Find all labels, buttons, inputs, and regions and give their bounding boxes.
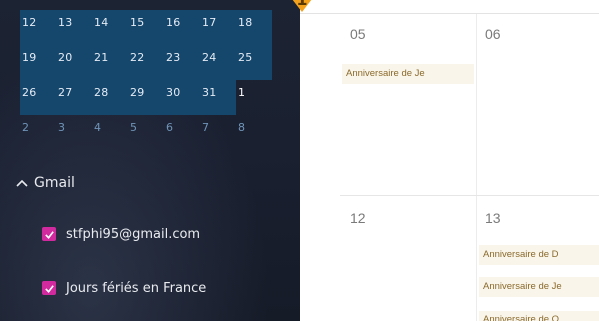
calendar-day[interactable]: 12 [20, 10, 56, 45]
calendar-day[interactable]: 1 [236, 80, 272, 115]
badge-arrow-icon: 1 [292, 0, 312, 12]
calendar-day[interactable]: 15 [128, 10, 164, 45]
calendar-day[interactable]: 18 [236, 10, 272, 45]
calendar-day[interactable]: 2 [20, 115, 56, 150]
calendar-app: 12 13 14 15 16 17 18 19 20 21 22 23 24 25 26 27 28 29 30 31… [0, 0, 599, 321]
calendar-day[interactable]: 4 [92, 115, 128, 150]
calendar-day[interactable]: 5 [128, 115, 164, 150]
account-name: Gmail [34, 175, 75, 191]
calendar-item-label: stfphi95@gmail.com [66, 226, 201, 242]
day-cell-13[interactable]: 13 Anniversaire de D Anniversaire de Je … [477, 196, 599, 321]
calendar-week-row: 19 20 21 22 23 24 25 [20, 45, 272, 80]
calendar-day[interactable]: 29 [128, 80, 164, 115]
calendar-day[interactable]: 6 [164, 115, 200, 150]
calendar-day[interactable]: 26 [20, 80, 56, 115]
calendar-item-holidays[interactable]: Jours fériés en France [42, 278, 206, 298]
calendar-day[interactable]: 23 [164, 45, 200, 80]
grid-divider [340, 195, 599, 196]
calendar-day[interactable]: 17 [200, 10, 236, 45]
grid-divider [476, 14, 477, 321]
calendar-day[interactable]: 22 [128, 45, 164, 80]
sidebar: 12 13 14 15 16 17 18 19 20 21 22 23 24 25 26 27 28 29 30 31… [0, 0, 300, 321]
calendar-day[interactable]: 31 [200, 80, 236, 115]
calendar-event[interactable]: Anniversaire de Je [479, 277, 599, 297]
calendar-day[interactable]: 24 [200, 45, 236, 80]
day-number: 06 [485, 26, 501, 42]
calendar-item-label: Jours fériés en France [66, 280, 207, 296]
calendar-week-row: 2345678 [20, 115, 272, 150]
chevron-up-icon [16, 179, 28, 187]
day-cell-06[interactable]: 06 [477, 14, 599, 195]
calendar-item-gmail[interactable]: stfphi95@gmail.com [42, 224, 200, 244]
checkmark-icon [44, 284, 54, 293]
day-cell-12[interactable]: 12 [340, 196, 476, 321]
calendar-event[interactable]: Anniversaire de O [479, 311, 599, 321]
calendar-day[interactable]: 8 [236, 115, 272, 150]
mini-month-calendar: 12 13 14 15 16 17 18 19 20 21 22 23 24 25 26 27 28 29 30 31… [20, 10, 272, 150]
calendar-week-row: 26 27 28 29 30 31 1 [20, 80, 272, 115]
calendar-day[interactable]: 7 [200, 115, 236, 150]
calendar-day[interactable]: 19 [20, 45, 56, 80]
day-cell-05[interactable]: 05 Anniversaire de Je [340, 14, 476, 195]
calendar-day[interactable]: 27 [56, 80, 92, 115]
badge-number: 1 [296, 0, 307, 9]
calendar-day[interactable]: 28 [92, 80, 128, 115]
calendar-day[interactable]: 14 [92, 10, 128, 45]
day-number: 12 [350, 210, 366, 226]
calendar-day[interactable]: 3 [56, 115, 92, 150]
calendar-event[interactable]: Anniversaire de Je [342, 64, 474, 84]
checkmark-icon [44, 230, 54, 239]
month-view-top-border [300, 0, 599, 14]
calendar-day[interactable]: 13 [56, 10, 92, 45]
account-gmail-header[interactable]: Gmail [14, 170, 75, 196]
calendar-day[interactable]: 16 [164, 10, 200, 45]
day-number: 05 [350, 26, 366, 42]
calendar-day[interactable]: 20 [56, 45, 92, 80]
calendar-checkbox-gmail[interactable] [42, 227, 56, 241]
month-view: 05 Anniversaire de Je 06 12 13 Anniversa… [300, 0, 599, 321]
calendar-day[interactable]: 21 [92, 45, 128, 80]
calendar-week-row: 12 13 14 15 16 17 18 [20, 10, 272, 45]
day-number: 13 [485, 210, 501, 226]
calendar-day[interactable]: 25 [236, 45, 272, 80]
calendar-checkbox-holidays[interactable] [42, 281, 56, 295]
calendar-day[interactable]: 30 [164, 80, 200, 115]
calendar-event[interactable]: Anniversaire de D [479, 245, 599, 265]
